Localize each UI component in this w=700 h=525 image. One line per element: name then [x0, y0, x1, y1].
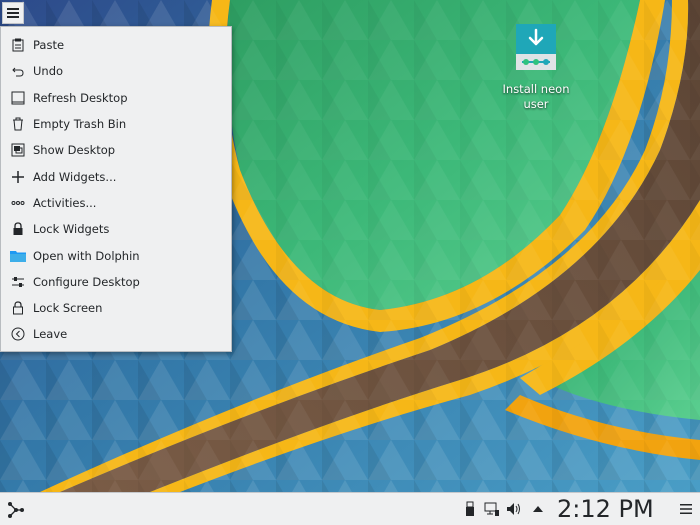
- network-icon[interactable]: [484, 501, 500, 517]
- usb-device-icon[interactable]: [462, 501, 478, 517]
- paste-icon: [10, 37, 26, 53]
- menu-item-label: Add Widgets...: [33, 169, 117, 184]
- hamburger-menu-icon: [7, 8, 19, 18]
- menu-item-label: Refresh Desktop: [33, 90, 128, 105]
- menu-item-leave[interactable]: Leave: [1, 321, 231, 347]
- refresh-desktop-icon: [10, 90, 26, 106]
- expand-arrow-icon[interactable]: [530, 501, 546, 517]
- lock-icon: [10, 221, 26, 237]
- menu-item-label: Configure Desktop: [33, 274, 140, 289]
- menu-item-show-desktop[interactable]: Show Desktop: [1, 137, 231, 163]
- application-launcher-icon[interactable]: [5, 499, 27, 521]
- menu-item-configure-desktop[interactable]: Configure Desktop: [1, 269, 231, 295]
- menu-item-label: Lock Screen: [33, 301, 103, 316]
- desktop-icon-label: Install neon user: [502, 82, 570, 111]
- menu-item-label: Show Desktop: [33, 143, 116, 158]
- folder-icon: [10, 248, 26, 264]
- lock-screen-icon: [10, 300, 26, 316]
- desktop-icon-install-neon-user[interactable]: Install neon user: [498, 22, 574, 112]
- taskbar-panel: 2:12 PM: [0, 492, 700, 525]
- menu-item-lock-widgets[interactable]: Lock Widgets: [1, 216, 231, 242]
- panel-options-icon[interactable]: [678, 501, 694, 517]
- volume-icon[interactable]: [506, 501, 522, 517]
- configure-icon: [10, 274, 26, 290]
- desktop-toolbox-button[interactable]: [2, 2, 24, 24]
- leave-icon: [10, 326, 26, 342]
- menu-item-open-with-dolphin[interactable]: Open with Dolphin: [1, 242, 231, 268]
- menu-item-add-widgets[interactable]: Add Widgets...: [1, 163, 231, 189]
- desktop-context-menu: Paste Undo Refresh Desktop Empty Trash B…: [0, 26, 232, 352]
- menu-item-empty-trash-bin[interactable]: Empty Trash Bin: [1, 111, 231, 137]
- menu-item-refresh-desktop[interactable]: Refresh Desktop: [1, 85, 231, 111]
- menu-item-undo[interactable]: Undo: [1, 58, 231, 84]
- download-install-icon: [516, 24, 556, 70]
- menu-item-paste[interactable]: Paste: [1, 32, 231, 58]
- undo-icon: [10, 63, 26, 79]
- menu-item-label: Lock Widgets: [33, 222, 110, 237]
- show-desktop-icon: [10, 142, 26, 158]
- menu-item-label: Empty Trash Bin: [33, 117, 127, 132]
- menu-item-label: Activities...: [33, 195, 97, 210]
- menu-item-label: Paste: [33, 38, 65, 53]
- menu-item-label: Open with Dolphin: [33, 248, 140, 263]
- trash-icon: [10, 116, 26, 132]
- add-icon: [10, 169, 26, 185]
- activities-icon: [10, 195, 26, 211]
- menu-item-label: Leave: [33, 327, 68, 342]
- clock[interactable]: 2:12 PM: [557, 494, 654, 524]
- menu-item-label: Undo: [33, 64, 64, 79]
- menu-item-lock-screen[interactable]: Lock Screen: [1, 295, 231, 321]
- menu-item-activities[interactable]: Activities...: [1, 190, 231, 216]
